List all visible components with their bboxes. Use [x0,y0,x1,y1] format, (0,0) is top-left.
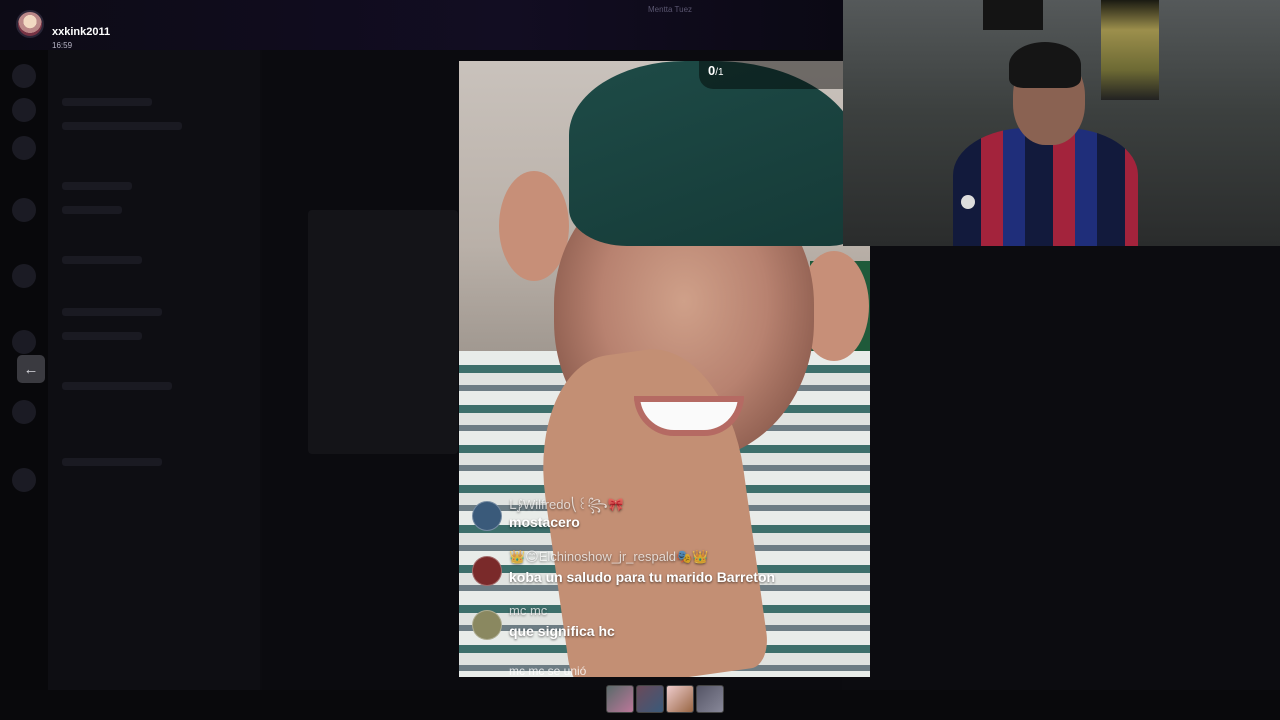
channel-item[interactable] [62,332,142,340]
arrow-left-icon: ← [23,360,39,378]
comment-avatar [472,501,502,531]
channel-item[interactable] [62,458,162,466]
streamer-cap [1009,42,1081,88]
thumbnail[interactable] [666,685,694,713]
comment-text: mostacero [509,514,580,530]
channel-list [48,50,260,690]
server-icon[interactable] [12,264,36,288]
server-rail [0,50,48,720]
channel-item[interactable] [62,308,162,316]
channel-item[interactable] [62,256,142,264]
dark-fixture [983,0,1043,30]
comment-user: mc mc [509,603,548,618]
join-notice: mc mc se unió [509,664,587,677]
comment-text: que significa hc [509,623,615,639]
channel-item[interactable] [62,122,182,130]
server-icon[interactable] [12,198,36,222]
server-icon[interactable] [12,136,36,160]
comment-avatar [472,556,502,586]
server-icon[interactable] [12,468,36,492]
microphone [961,195,975,209]
thumbnail[interactable] [696,685,724,713]
username: xxkink2011 [52,26,111,38]
server-icon[interactable] [12,98,36,122]
webcam-overlay [843,0,1280,246]
channel-item[interactable] [62,98,152,106]
thumbnail[interactable] [606,685,634,713]
comment-user: 👑😊Elchinoshow_jr_respald🎭👑 [509,549,709,564]
server-icon[interactable] [12,400,36,424]
channel-item[interactable] [62,206,122,214]
thumbnail[interactable] [636,685,664,713]
thumbnail-strip [606,685,724,713]
timestamp: 16:59 [52,41,73,50]
back-button[interactable]: ← [17,355,45,383]
video-frame[interactable]: 0/1 ᒪ⨓Wilfredo⎝꒰꧂🎀 mostacero 👑😊Elchinosh… [459,61,870,677]
channel-item[interactable] [62,182,132,190]
jersey [953,128,1138,246]
avatar[interactable] [16,10,44,38]
server-icon[interactable] [12,330,36,354]
header-title: Mentta Tuez [648,5,693,14]
channel-item[interactable] [62,382,172,390]
viewer-header: xxkink2011 16:59 Mentta Tuez [0,0,843,50]
chat-image[interactable] [308,210,458,454]
server-icon[interactable] [12,64,36,88]
comment-text: koba un saludo para tu marido Barreton [509,569,776,585]
comment-avatar [472,610,502,640]
window [1101,0,1159,100]
viewer-counter: 0/1 [708,63,724,78]
